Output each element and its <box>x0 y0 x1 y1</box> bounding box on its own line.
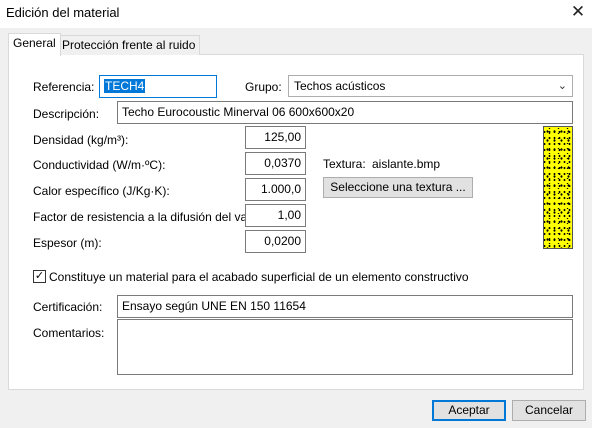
grupo-select[interactable]: Techos acústicos ⌄ <box>288 75 573 97</box>
grupo-value: Techos acústicos <box>294 79 386 93</box>
densidad-field[interactable]: 125,00 <box>245 126 306 149</box>
conductividad-label: Conductividad (W/m·ºC): <box>33 158 166 172</box>
resistencia-field[interactable]: 1,00 <box>245 204 306 227</box>
chevron-down-icon: ⌄ <box>557 80 567 92</box>
acabado-checkbox[interactable]: ✓ <box>33 270 46 283</box>
window-title: Edición del material <box>6 5 120 20</box>
tab-proteccion-ruido[interactable]: Protección frente al ruido <box>57 35 201 55</box>
densidad-label: Densidad (kg/m³): <box>33 133 129 147</box>
referencia-field[interactable]: TECH4 <box>99 75 217 98</box>
descripcion-label: Descripción: <box>33 107 100 121</box>
accept-button[interactable]: Aceptar <box>432 400 506 421</box>
conductividad-field[interactable]: 0,0370 <box>245 152 306 175</box>
espesor-field[interactable]: 0,0200 <box>245 230 306 253</box>
espesor-label: Espesor (m): <box>33 236 102 250</box>
textura-filename: aislante.bmp <box>372 157 441 171</box>
acabado-label: Constituye un material para el acabado s… <box>49 270 469 284</box>
tab-general[interactable]: General <box>8 33 61 56</box>
certificacion-label: Certificación: <box>33 300 103 314</box>
descripcion-field[interactable]: Techo Eurocoustic Minerval 06 600x600x20 <box>117 101 573 124</box>
calor-label: Calor específico (J/Kg·K): <box>33 184 170 198</box>
select-texture-button[interactable]: Seleccione una textura ... <box>323 177 473 198</box>
close-icon[interactable]: ✕ <box>568 2 588 22</box>
texture-swatch <box>543 126 573 249</box>
referencia-value: TECH4 <box>104 79 146 93</box>
grupo-label: Grupo: <box>245 80 282 94</box>
certificacion-field[interactable]: Ensayo según UNE EN 150 11654 <box>117 295 573 318</box>
comentarios-label: Comentarios: <box>33 326 105 340</box>
referencia-label: Referencia: <box>33 80 95 94</box>
resistencia-label: Factor de resistencia a la difusión del … <box>33 210 268 224</box>
calor-field[interactable]: 1.000,0 <box>245 178 306 201</box>
comentarios-textarea[interactable] <box>117 319 573 375</box>
cancel-button[interactable]: Cancelar <box>512 400 586 421</box>
textura-label: Textura: <box>323 157 366 171</box>
